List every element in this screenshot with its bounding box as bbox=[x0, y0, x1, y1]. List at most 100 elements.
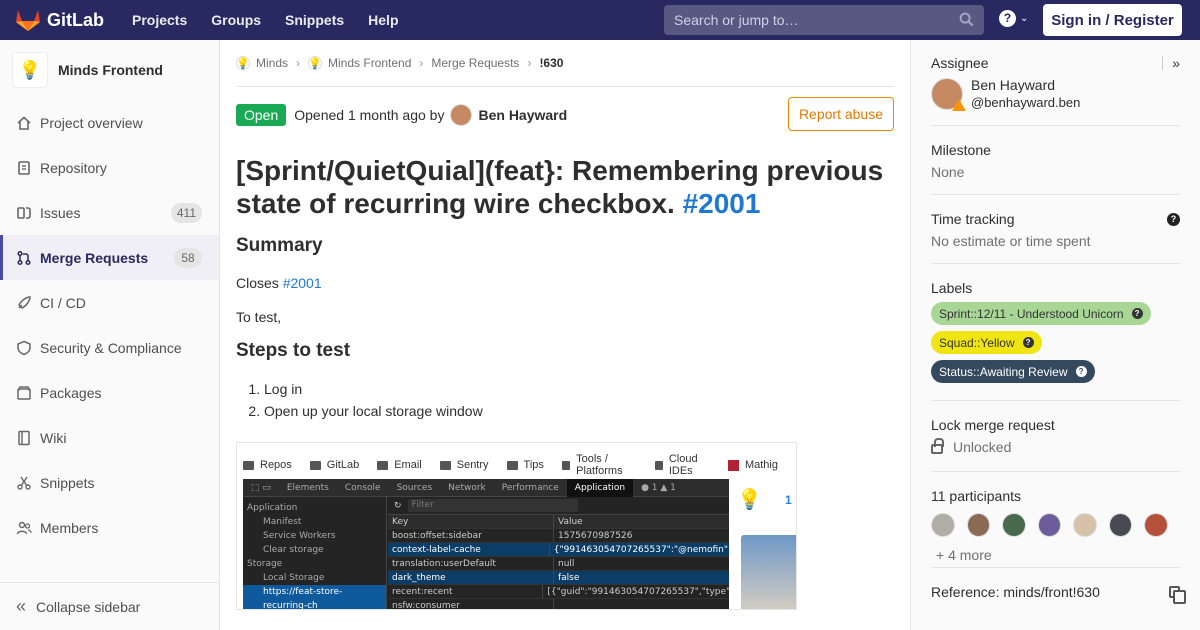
project-name: Minds Frontend bbox=[58, 62, 163, 78]
question-icon: ? bbox=[1131, 308, 1143, 319]
bookmark-label: Cloud IDEs bbox=[668, 453, 698, 477]
label-status[interactable]: Status::Awaiting Review? bbox=[931, 360, 1095, 383]
collapse-right-sidebar-icon[interactable]: » bbox=[1162, 55, 1180, 71]
app-preview: 💡 1 bbox=[729, 479, 796, 609]
breadcrumb: 💡 Minds › 💡 Minds Frontend › Merge Reque… bbox=[236, 40, 894, 87]
title-text: [Sprint/QuietQuial](feat}: Remembering p… bbox=[236, 155, 884, 219]
sidebar-item-repository[interactable]: Repository bbox=[0, 145, 219, 190]
label-text: Status::Awaiting Review bbox=[939, 364, 1068, 379]
breadcrumb-item-minds-frontend[interactable]: 💡 Minds Frontend bbox=[308, 56, 411, 70]
devtools-tab: Sources bbox=[396, 482, 433, 493]
sidebar-item-security[interactable]: Security & Compliance bbox=[0, 325, 219, 370]
sign-in-button[interactable]: Sign in / Register bbox=[1043, 4, 1182, 36]
gitlab-logo[interactable]: GitLab bbox=[15, 0, 104, 40]
avatar[interactable] bbox=[1073, 513, 1097, 537]
sidebar-item-packages[interactable]: Packages bbox=[0, 370, 219, 415]
sidebar-item-label: CI / CD bbox=[40, 294, 86, 311]
nav-groups[interactable]: Groups bbox=[199, 12, 273, 28]
sidebar-item-ci-cd[interactable]: CI / CD bbox=[0, 280, 219, 325]
sidebar-item-issues[interactable]: Issues 411 bbox=[0, 190, 219, 235]
avatar[interactable] bbox=[1108, 513, 1133, 537]
panel-line: Storage bbox=[247, 559, 283, 569]
breadcrumb-item-current[interactable]: !630 bbox=[539, 56, 563, 70]
title-issue-link[interactable]: #2001 bbox=[683, 188, 761, 219]
lock-label: Lock merge request bbox=[931, 417, 1055, 433]
avatar[interactable] bbox=[931, 513, 955, 537]
breadcrumb-item-merge-requests[interactable]: Merge Requests bbox=[431, 56, 519, 70]
app-preview-card bbox=[741, 535, 796, 609]
nav-snippets[interactable]: Snippets bbox=[273, 12, 356, 28]
avatar[interactable] bbox=[1037, 513, 1062, 537]
avatar[interactable] bbox=[1144, 513, 1169, 537]
sidebar-item-project-overview[interactable]: Project overview bbox=[0, 100, 219, 145]
table-row: dark_theme false bbox=[388, 571, 729, 585]
book-icon bbox=[16, 430, 32, 446]
sidebar-item-label: Wiki bbox=[40, 429, 67, 446]
sidebar-item-members[interactable]: Members bbox=[0, 505, 219, 550]
help-dropdown[interactable]: ? ⌄ bbox=[999, 10, 1028, 27]
right-sidebar: Assignee » Ben Hayward @benhayward.ben M… bbox=[910, 40, 1200, 630]
reference-text: Reference: minds/front!630 bbox=[931, 584, 1100, 600]
nav-projects[interactable]: Projects bbox=[120, 12, 199, 28]
closes-paragraph: Closes #2001 bbox=[236, 275, 894, 291]
devtools-filter: ↻ Filter bbox=[388, 497, 729, 515]
closes-issue-link[interactable]: #2001 bbox=[283, 275, 322, 291]
reference-block: Reference: minds/front!630 bbox=[931, 568, 1186, 604]
sidebar-item-label: Project overview bbox=[40, 114, 143, 131]
devtools-left-panel: Application Manifest Service Workers Cle… bbox=[243, 497, 387, 609]
steps-heading: Steps to test bbox=[236, 340, 351, 361]
sidebar-item-wiki[interactable]: Wiki bbox=[0, 415, 219, 460]
author-link[interactable]: Ben Hayward bbox=[478, 107, 567, 123]
users-icon bbox=[16, 520, 32, 536]
report-abuse-button[interactable]: Report abuse bbox=[787, 97, 894, 131]
devtools-screenshot-image[interactable]: Repos GitLab Email Sentry Tips Tools / P… bbox=[236, 442, 797, 610]
tanuki-icon bbox=[16, 10, 40, 31]
doc-icon bbox=[16, 160, 32, 176]
label-text: Sprint::12/11 - Understood Unicorn bbox=[939, 306, 1124, 321]
folder-icon bbox=[561, 460, 571, 470]
mathig-icon bbox=[727, 459, 739, 471]
top-navbar: GitLab Projects Groups Snippets Help Sea… bbox=[0, 0, 1200, 40]
project-sidebar: 💡 Minds Frontend Project overview Reposi… bbox=[0, 40, 220, 630]
participant-avatars bbox=[931, 513, 1180, 537]
bookmark-item: Repos bbox=[243, 459, 292, 471]
app-preview-text: 1 bbox=[785, 493, 792, 507]
panel-line: Manifest bbox=[263, 517, 302, 527]
folder-icon bbox=[654, 460, 663, 470]
label-squad[interactable]: Squad::Yellow? bbox=[931, 331, 1042, 354]
copy-icon[interactable] bbox=[1169, 586, 1186, 604]
search-input[interactable]: Search or jump to… bbox=[664, 5, 984, 35]
avatar[interactable] bbox=[1002, 513, 1026, 537]
label-text: Squad::Yellow bbox=[939, 335, 1015, 350]
more-participants-link[interactable]: + 4 more bbox=[936, 547, 1180, 563]
bookmark-bar: Repos GitLab Email Sentry Tips Tools / P… bbox=[243, 451, 796, 479]
table-row: boost:offset:sidebar 1575670987526 bbox=[388, 529, 729, 543]
home-icon bbox=[16, 115, 32, 131]
bookmark-item: Sentry bbox=[439, 459, 489, 471]
nav-help[interactable]: Help bbox=[356, 12, 410, 28]
assignee[interactable]: Ben Hayward @benhayward.ben bbox=[931, 77, 1180, 111]
sidebar-item-merge-requests[interactable]: Merge Requests 58 bbox=[0, 235, 219, 280]
breadcrumb-item-minds[interactable]: 💡 Minds bbox=[236, 56, 288, 70]
chevron-down-icon: ⌄ bbox=[1020, 13, 1029, 24]
bookmark-item: Email bbox=[377, 459, 422, 471]
scissors-icon bbox=[16, 475, 32, 491]
sidebar-item-snippets[interactable]: Snippets bbox=[0, 460, 219, 505]
panel-line: https://feat-store-recurring-ch bbox=[243, 585, 386, 609]
question-icon[interactable]: ? bbox=[1167, 213, 1180, 226]
opened-text: Opened 1 month ago by bbox=[294, 106, 445, 123]
table-row: context-label-cache {"991463054707265537"… bbox=[388, 543, 729, 557]
bookmark-label: Repos bbox=[260, 459, 292, 471]
double-chevron-left-icon: « bbox=[16, 596, 27, 616]
avatar[interactable] bbox=[966, 513, 991, 537]
cell-key: translation:userDefault bbox=[388, 557, 554, 570]
collapse-sidebar-button[interactable]: « Collapse sidebar bbox=[0, 582, 219, 630]
project-header[interactable]: 💡 Minds Frontend bbox=[0, 40, 219, 100]
participants-label: 11 participants bbox=[931, 488, 1022, 504]
label-sprint[interactable]: Sprint::12/11 - Understood Unicorn? bbox=[931, 302, 1151, 325]
devtools-panel: ⬚ ▭ Elements Console Sources Network Per… bbox=[243, 478, 729, 609]
question-icon: ? bbox=[1022, 337, 1034, 348]
package-icon bbox=[16, 385, 32, 401]
author-avatar[interactable] bbox=[450, 103, 473, 126]
issues-icon bbox=[16, 205, 32, 221]
